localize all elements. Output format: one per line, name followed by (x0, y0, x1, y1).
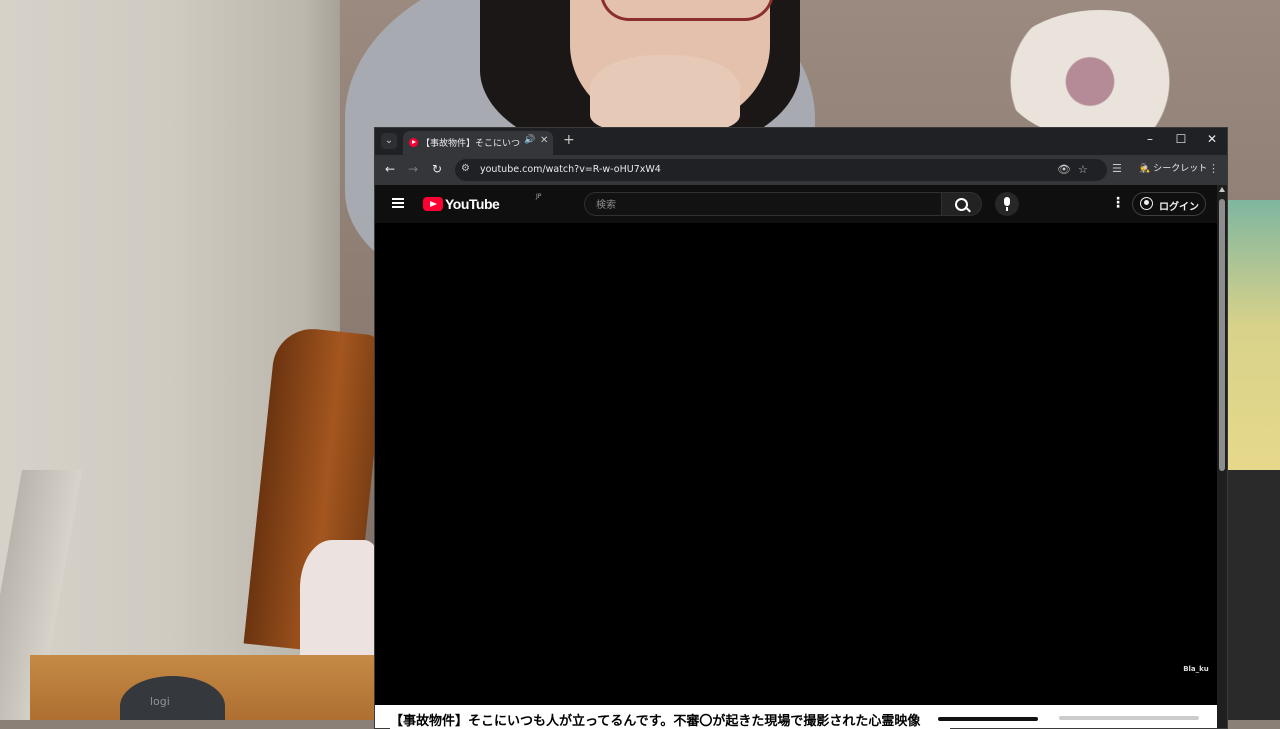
logo-region-code: JP (536, 193, 542, 200)
recommended-title[interactable] (1059, 716, 1199, 720)
bookmark-star-icon[interactable]: ☆ (1078, 163, 1088, 176)
search-button[interactable] (942, 192, 982, 216)
browser-window: ⌄ 【事故物件】そこにいつも人が立ってるんです。不審〇が起きた現場で撮影された心… (375, 128, 1227, 729)
search-icon (955, 198, 968, 211)
incognito-indicator[interactable]: 🕵 シークレット (1133, 160, 1213, 178)
tab-close-icon[interactable]: ✕ (540, 135, 548, 146)
scroll-thumb[interactable] (1219, 199, 1225, 471)
blanket (300, 540, 380, 660)
mouse-logo: logi (150, 695, 170, 708)
page-scrollbar[interactable] (1217, 185, 1227, 728)
search-input[interactable] (585, 193, 938, 217)
recommended-thumbnail[interactable] (938, 717, 1038, 721)
new-tab-button[interactable]: + (563, 132, 575, 148)
youtube-header: YouTube JP ⋮ ログイン (375, 185, 1217, 223)
incognito-icon: 🕵 (1139, 164, 1151, 174)
reading-list-icon[interactable]: ☰ (1112, 162, 1122, 175)
dark-object (1226, 470, 1280, 720)
youtube-play-icon (423, 197, 443, 211)
tab-search-button[interactable]: ⌄ (381, 133, 397, 149)
voice-search-button[interactable] (995, 192, 1019, 216)
video-player[interactable]: Bla_ku · (375, 223, 1217, 705)
search-box (584, 192, 942, 217)
account-icon (1140, 197, 1153, 210)
maximize-button[interactable]: ☐ (1166, 132, 1196, 146)
login-button[interactable]: ログイン (1132, 192, 1206, 216)
tab-active[interactable]: 【事故物件】そこにいつも人が立ってるんです。不審〇が起きた現場で撮影された心霊映… (403, 131, 553, 155)
flower-bouquet (1000, 10, 1200, 140)
youtube-logo-text: YouTube (445, 196, 500, 212)
address-bar[interactable]: ⚙ youtube.com/watch?v=R-w-oHU7xW4 👁 ☆ (455, 159, 1107, 181)
reload-button[interactable]: ↻ (432, 162, 442, 176)
minimize-button[interactable]: – (1135, 132, 1165, 146)
person-glasses (600, 0, 774, 21)
browser-menu-icon[interactable]: ⋮ (1208, 162, 1219, 175)
url-text[interactable]: youtube.com/watch?v=R-w-oHU7xW4 (480, 164, 661, 175)
login-label: ログイン (1159, 202, 1199, 213)
site-info-icon[interactable]: ⚙ (461, 163, 470, 174)
microphone-icon (1004, 197, 1010, 206)
pillow (1226, 200, 1280, 480)
forward-button[interactable]: → (408, 162, 418, 176)
watermark-subtext: · (1195, 673, 1197, 678)
person-hand (590, 55, 740, 130)
watermark-text: Bla_ku (1183, 665, 1209, 673)
browser-toolbar: ← → ↻ ⚙ youtube.com/watch?v=R-w-oHU7xW4 … (375, 155, 1227, 185)
channel-watermark[interactable]: Bla_ku · (1183, 665, 1209, 678)
scroll-up-arrow-icon[interactable] (1219, 187, 1225, 192)
tab-strip: ⌄ 【事故物件】そこにいつも人が立ってるんです。不審〇が起きた現場で撮影された心… (375, 128, 1227, 155)
microphone-stand (1006, 207, 1008, 211)
more-options-icon[interactable]: ⋮ (1111, 196, 1125, 210)
close-window-button[interactable]: ✕ (1197, 132, 1227, 146)
youtube-favicon-icon (409, 138, 418, 147)
hamburger-menu-icon[interactable] (392, 198, 404, 208)
incognito-label: シークレット (1153, 164, 1208, 174)
tracking-protection-icon[interactable]: 👁 (1057, 163, 1071, 176)
tab-title: 【事故物件】そこにいつも人が立ってるんです。不審〇が起きた現場で撮影された心霊映… (421, 139, 521, 149)
speaker-icon[interactable]: 🔊 (524, 135, 535, 145)
back-button[interactable]: ← (385, 162, 395, 176)
